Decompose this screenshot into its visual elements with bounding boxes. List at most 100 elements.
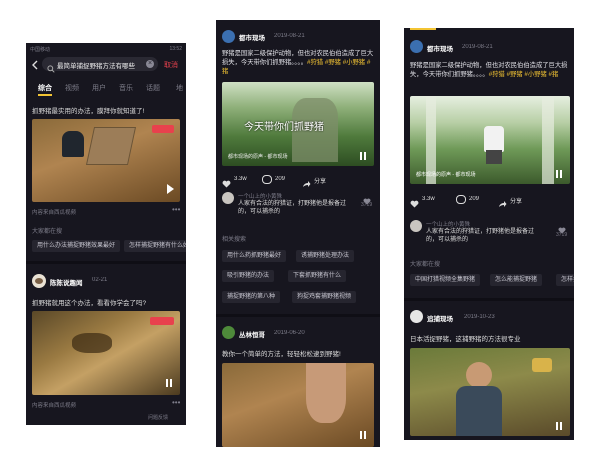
wooden-board <box>85 127 137 165</box>
pause-icon[interactable] <box>556 170 562 178</box>
hard-hat <box>532 358 552 372</box>
phone-screen-video-detail: 都市现场 2019-08-21 野猪是国家二级保护动物，但也对农民伯伯造成了巨大… <box>404 28 574 440</box>
related-chip[interactable]: 中国打猎视频全集野猪 <box>410 274 481 286</box>
post-date: 2019-08-21 <box>462 44 493 50</box>
hand <box>306 363 346 423</box>
audio-source: 都市现场的原声 - 都市现场 <box>228 154 288 160</box>
person-body <box>456 386 502 436</box>
author-name[interactable]: 陈陈说趣闻 <box>50 277 83 287</box>
search-input[interactable]: 最简单捕捉野猪方法有哪些 × <box>42 57 158 73</box>
tab-active-indicator <box>410 28 436 30</box>
person-head <box>466 362 492 388</box>
avatar[interactable] <box>222 326 235 339</box>
pause-icon[interactable] <box>556 422 562 430</box>
person-legs <box>486 150 502 164</box>
content-source: 内容来自西瓜视频 <box>32 403 77 409</box>
post-date: 2019-08-21 <box>274 33 305 39</box>
like-icon[interactable] <box>222 175 231 193</box>
post-text[interactable]: 野猪是国家二级保护动物，但也对农民伯伯造成了巨大损失，今天带你们抓野猪。。。。#… <box>222 49 376 76</box>
tab-users[interactable]: 用户 <box>92 83 106 93</box>
related-chip[interactable]: 怎样把 <box>556 274 574 286</box>
video-thumbnail[interactable]: 今天带你们抓野猪 都市现场的原声 - 都市现场 <box>222 82 374 166</box>
post-text[interactable]: 教你一个简单的方法，轻轻松松逮到野猪! <box>222 348 376 358</box>
avatar[interactable] <box>410 310 423 323</box>
divider <box>26 261 186 264</box>
related-title: 大家都在搜 <box>410 262 441 268</box>
comment-icon[interactable] <box>456 195 466 204</box>
related-chip[interactable]: 捕捉野猪的第八种 <box>222 291 281 303</box>
search-query: 最简单捕捉野猪方法有哪些 <box>57 63 135 70</box>
tab-more[interactable]: 地 <box>176 83 183 93</box>
pause-icon[interactable] <box>166 379 172 387</box>
author-name[interactable]: 都市现场 <box>239 32 265 42</box>
video-thumbnail[interactable]: 都市现场的原声 - 都市现场 <box>410 96 570 184</box>
tree-trunk <box>542 96 554 184</box>
like-count: 3.3w <box>234 176 247 182</box>
dug-hole <box>72 333 112 353</box>
watermark-badge <box>150 317 174 325</box>
related-chip[interactable]: 吸引野猪的办法 <box>222 270 275 282</box>
play-icon[interactable] <box>167 184 174 194</box>
related-chip[interactable]: 怎样捕捉野猪有什么好 <box>124 240 186 252</box>
pause-icon[interactable] <box>360 152 366 160</box>
related-chip[interactable]: 用什么药抓野猪最好 <box>222 250 287 262</box>
result-title[interactable]: 抓野猪最实用的办法，膜拜你就知道了! <box>32 105 182 115</box>
tab-bar: 综合 视频 用户 音乐 话题 地 <box>26 83 186 96</box>
post-date: 2019-10-23 <box>464 314 495 320</box>
divider <box>404 298 574 301</box>
like-count: 3.3w <box>422 196 435 202</box>
avatar[interactable] <box>410 220 422 232</box>
related-chip[interactable]: 狗捉鸡套捕野猪视频 <box>292 291 357 303</box>
more-icon[interactable]: ••• <box>172 205 180 214</box>
share-icon[interactable] <box>498 195 507 213</box>
avatar[interactable] <box>222 30 235 43</box>
phone-screen-search-results: 中国移动 13:52 最简单捕捉野猪方法有哪些 × 取消 综合 视频 用户 音乐… <box>26 43 186 425</box>
comment-text: 人家有合法的狩猎证，打野猪他是报备过的，可以捕杀的 <box>426 229 535 243</box>
video-thumbnail[interactable] <box>32 119 180 202</box>
post-date: 2019-06-20 <box>274 330 305 336</box>
avatar[interactable] <box>410 40 423 53</box>
related-chip[interactable]: 怎么能捕捉野猪 <box>490 274 543 286</box>
share-label[interactable]: 分享 <box>314 176 326 185</box>
pause-icon[interactable] <box>360 431 366 439</box>
share-icon[interactable] <box>302 175 311 193</box>
video-thumbnail[interactable] <box>32 311 180 395</box>
comment-icon[interactable] <box>262 175 272 184</box>
related-chip[interactable]: 诱捕野猪处理办法 <box>296 250 355 262</box>
tab-comprehensive[interactable]: 综合 <box>38 83 52 93</box>
post-text[interactable]: 日本活捉野猪，这捕野猪的方法很专业 <box>410 333 570 343</box>
comment-like-count: 3719 <box>556 232 568 238</box>
tab-topics[interactable]: 话题 <box>146 83 160 93</box>
tab-music[interactable]: 音乐 <box>119 83 133 93</box>
avatar[interactable] <box>222 192 234 204</box>
feedback-link[interactable]: 问题反馈 <box>148 414 168 421</box>
post-text[interactable]: 野猪是国家二级保护动物，但也对农民伯伯造成了巨大损失，今天带你们抓野猪。。。。#… <box>410 61 570 79</box>
related-chip[interactable]: 用什么办法捕捉野猪效果最好 <box>32 240 121 252</box>
share-label[interactable]: 分享 <box>510 196 522 205</box>
video-thumbnail[interactable] <box>222 363 374 447</box>
comment-user[interactable]: 一个山上的小黄殊 <box>238 192 282 200</box>
tab-video[interactable]: 视频 <box>65 83 79 93</box>
content-source: 内容来自西瓜视频 <box>32 210 77 216</box>
hashtags[interactable]: #狩猎 #野猪 #小野猪 #猪 <box>489 71 559 78</box>
back-arrow-icon[interactable] <box>30 58 40 70</box>
post-text[interactable]: 抓野猪就用这个办法，看看你学会了吗? <box>32 297 182 307</box>
cancel-button[interactable]: 取消 <box>164 60 178 70</box>
like-icon[interactable] <box>410 195 419 213</box>
comment-like-count: 3719 <box>361 202 373 208</box>
comment-count: 209 <box>469 196 480 202</box>
comment-count: 209 <box>275 176 286 182</box>
author-name[interactable]: 都市现场 <box>427 43 453 53</box>
avatar[interactable] <box>32 274 46 288</box>
status-time: 13:52 <box>169 46 182 52</box>
clear-icon[interactable]: × <box>146 60 154 68</box>
author-name[interactable]: 丛林恒哥 <box>239 329 265 339</box>
author-name[interactable]: 追捕现场 <box>427 313 453 323</box>
divider <box>216 314 380 317</box>
video-thumbnail[interactable] <box>410 348 570 436</box>
carrier-label: 中国移动 <box>30 47 51 53</box>
comment-user[interactable]: 一个山上的小黄殊 <box>426 220 470 228</box>
related-title: 大家都在搜 <box>32 229 63 235</box>
related-chip[interactable]: 下套抓野猪有什么 <box>288 270 347 282</box>
more-icon[interactable]: ••• <box>172 398 180 407</box>
